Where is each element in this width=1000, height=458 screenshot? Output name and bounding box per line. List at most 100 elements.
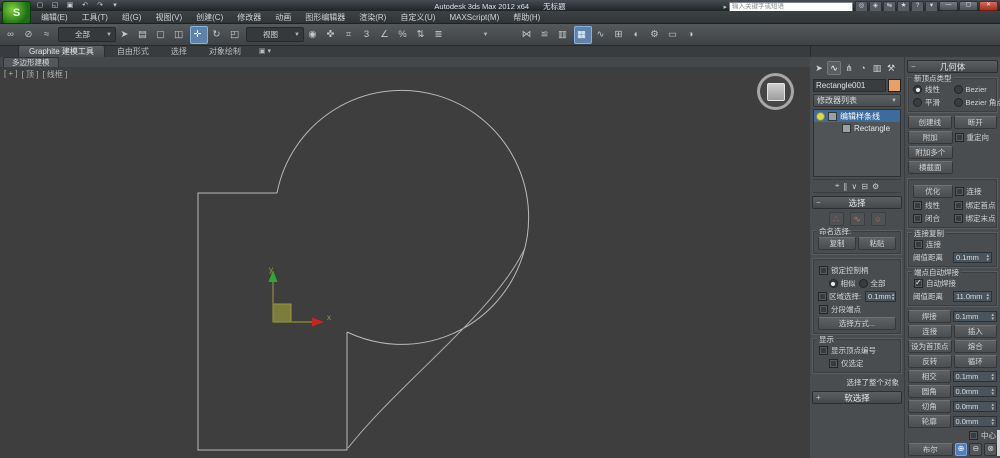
chamfer-button[interactable]: 切角 [908, 400, 951, 413]
make-first-button[interactable]: 设为首顶点 [908, 340, 952, 353]
infocenter-search-input[interactable]: 输入关键字或短语 [729, 2, 853, 12]
bezier-vertex-radio[interactable] [954, 85, 963, 94]
snap-toggle-3d-icon[interactable]: 3 [360, 27, 376, 43]
keyboard-override-icon[interactable]: ⌗ [342, 27, 358, 43]
fillet-spinner[interactable]: 0.0mm [953, 386, 998, 397]
curve-editor-icon[interactable]: ∿ [594, 27, 610, 43]
geometry-rollout-header[interactable]: − 几何体 [907, 60, 998, 73]
bind-last-checkbox[interactable] [954, 214, 963, 223]
menu-tools[interactable]: 工具(T) [75, 11, 115, 24]
select-and-rotate-icon[interactable]: ↻ [210, 27, 226, 43]
area-selection-spinner[interactable]: 0.1mm [865, 291, 896, 302]
menu-group[interactable]: 组(G) [115, 11, 149, 24]
insert-button[interactable]: 插入 [954, 325, 998, 338]
area-selection-checkbox[interactable] [818, 292, 827, 301]
outline-spinner[interactable]: 0.0mm [953, 416, 998, 427]
remove-modifier-icon[interactable]: ⊟ [861, 182, 868, 191]
viewcube-top-face[interactable] [767, 83, 785, 101]
graphite-toggle-icon[interactable]: ▦ [574, 26, 592, 44]
menu-graph-editors[interactable]: 图形编辑器 [298, 11, 352, 24]
menu-views[interactable]: 视图(V) [148, 11, 189, 24]
transform-gizmo[interactable]: y x [269, 265, 332, 327]
closed-checkbox[interactable] [913, 214, 922, 223]
spline-shape-tangent-curve[interactable] [348, 248, 525, 448]
outline-button[interactable]: 轮廓 [908, 415, 951, 428]
window-crossing-icon[interactable]: ◫ [172, 27, 188, 43]
qat-dropdown-icon[interactable]: ▾ [109, 1, 121, 10]
modifier-list-dropdown[interactable]: 修改器列表 ▼ [813, 94, 901, 107]
attach-button[interactable]: 附加 [908, 131, 953, 144]
render-setup-icon[interactable]: ⚙ [648, 27, 664, 43]
cross-section-button[interactable]: 横截面 [908, 161, 953, 174]
spline-subobject-icon[interactable]: ○ [871, 212, 886, 226]
boolean-intersect-icon[interactable]: ⊗ [984, 443, 997, 456]
render-production-icon[interactable]: ◑ [684, 27, 700, 43]
redo-icon[interactable]: ↷ [94, 1, 106, 10]
segment-end-checkbox[interactable] [819, 305, 828, 314]
make-unique-icon[interactable]: ∨ [851, 182, 857, 191]
refine-button[interactable]: 优化 [913, 185, 953, 198]
object-color-swatch[interactable] [888, 79, 901, 92]
connect-copy-checkbox[interactable] [914, 240, 923, 249]
hierarchy-tab-icon[interactable]: ⋔ [843, 62, 855, 74]
create-tab-icon[interactable]: ➤ [813, 62, 825, 74]
menu-maxscript[interactable]: MAXScript(M) [442, 11, 506, 24]
linear-vertex-radio[interactable] [913, 85, 922, 94]
percent-snap-icon[interactable]: % [396, 27, 412, 43]
lock-handles-checkbox[interactable] [819, 266, 828, 275]
menu-help[interactable]: 帮助(H) [506, 11, 547, 24]
connect-copy-threshold-spinner[interactable]: 0.1mm [953, 252, 992, 263]
rendered-frame-icon[interactable]: ▭ [666, 27, 682, 43]
undo-icon[interactable]: ↶ [79, 1, 91, 10]
bezier-corner-vertex-radio[interactable] [954, 98, 963, 107]
smooth-vertex-radio[interactable] [913, 98, 922, 107]
vertex-subobject-icon[interactable]: ∴ [829, 212, 844, 226]
tab-freeform[interactable]: 自由形式 [107, 46, 159, 57]
use-pivot-point-icon[interactable]: ◉ [306, 27, 322, 43]
menu-animation[interactable]: 动画 [268, 11, 298, 24]
weld-button[interactable]: 焊接 [908, 310, 951, 323]
boolean-union-icon[interactable]: ⊕ [955, 443, 968, 456]
connect-button[interactable]: 连接 [908, 325, 952, 338]
spinner-snap-icon[interactable]: ⇅ [414, 27, 430, 43]
named-selection-paste-button[interactable]: 粘贴 [858, 237, 896, 250]
select-by-button[interactable]: 选择方式... [818, 317, 896, 330]
schematic-view-icon[interactable]: ⊞ [612, 27, 628, 43]
attach-multiple-button[interactable]: 附加多个 [908, 146, 953, 159]
viewport-view-label[interactable]: [ 顶 ] [22, 69, 39, 80]
material-editor-icon[interactable]: ◐ [630, 27, 646, 43]
display-tab-icon[interactable]: ▥ [871, 62, 883, 74]
tab-selection[interactable]: 选择 [161, 46, 197, 57]
infocenter-expand-icon[interactable]: ▸ [723, 3, 727, 11]
save-file-icon[interactable]: ▣ [64, 1, 76, 10]
viewport-top[interactable]: [ + ] [ 顶 ] [ 线框 ] y x [0, 67, 811, 458]
unlink-selection-icon[interactable]: ⊘ [22, 27, 38, 43]
application-menu-button[interactable]: S [2, 1, 31, 24]
menu-rendering[interactable]: 渲染(R) [352, 11, 393, 24]
selected-only-checkbox[interactable] [829, 359, 838, 368]
named-selection-dropdown[interactable]: ▼ [450, 27, 518, 43]
reverse-button[interactable]: 反转 [908, 355, 952, 368]
layer-manager-icon[interactable]: ▥ [556, 27, 572, 43]
mirror-icon[interactable]: ⋈ [520, 27, 536, 43]
rectangular-selection-icon[interactable]: ▢ [154, 27, 170, 43]
cross-insert-button[interactable]: 相交 [908, 370, 951, 383]
auto-weld-checkbox[interactable] [914, 279, 923, 288]
soft-selection-rollout-header[interactable]: + 软选择 [812, 391, 902, 404]
segment-subobject-icon[interactable]: ∿ [850, 212, 865, 226]
select-and-scale-icon[interactable]: ◰ [228, 27, 244, 43]
menu-edit[interactable]: 编辑(E) [34, 11, 75, 24]
gizmo-xy-plane-handle[interactable] [273, 304, 291, 322]
chamfer-spinner[interactable]: 0.0mm [953, 401, 998, 412]
modify-tab-icon[interactable]: ∿ [827, 61, 841, 75]
utilities-tab-icon[interactable]: ⚒ [885, 62, 897, 74]
tab-graphite[interactable]: Graphite 建模工具 [18, 45, 105, 57]
fillet-button[interactable]: 圆角 [908, 385, 951, 398]
refine-connect-checkbox[interactable] [955, 187, 964, 196]
menu-create[interactable]: 创建(C) [189, 11, 230, 24]
selection-rollout-header[interactable]: − 选择 [812, 196, 902, 209]
bind-first-checkbox[interactable] [954, 201, 963, 210]
menu-modifiers[interactable]: 修改器 [230, 11, 268, 24]
object-name-field[interactable]: Rectangle001 [813, 79, 886, 92]
all-radio[interactable] [859, 279, 868, 288]
